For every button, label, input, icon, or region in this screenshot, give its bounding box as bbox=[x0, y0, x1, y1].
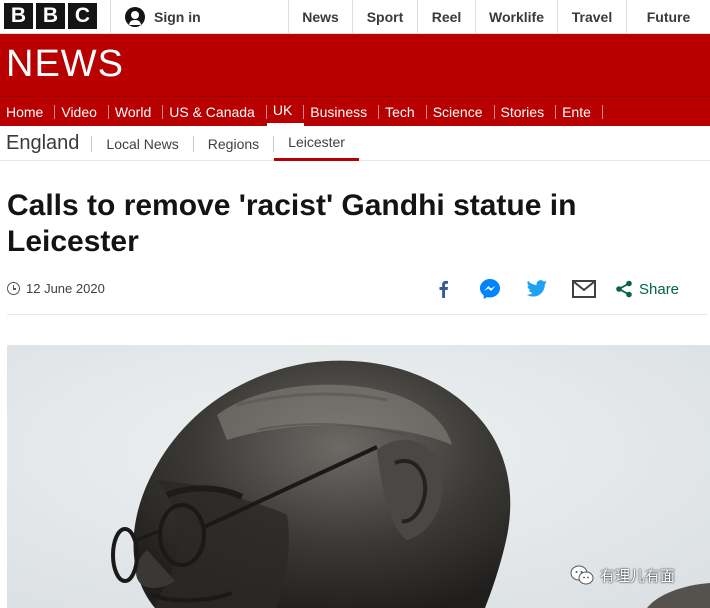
section-nav-home[interactable]: Home bbox=[0, 97, 56, 126]
global-nav-travel[interactable]: Travel bbox=[557, 0, 626, 34]
bbc-logo[interactable]: B B C bbox=[4, 3, 97, 29]
watermark-text: 有理儿有面 bbox=[600, 567, 676, 585]
clock-icon bbox=[7, 282, 20, 295]
bbc-logo-letter-b2: B bbox=[36, 3, 65, 29]
article-date-text: 12 June 2020 bbox=[26, 281, 105, 296]
section-nav-entertainment[interactable]: Ente bbox=[556, 97, 603, 126]
twitter-icon[interactable] bbox=[525, 277, 549, 301]
wechat-icon bbox=[570, 565, 594, 585]
meta-divider bbox=[7, 314, 707, 315]
share-button[interactable]: Share bbox=[615, 280, 679, 298]
user-account-icon bbox=[125, 7, 145, 27]
global-nav-news[interactable]: News bbox=[288, 0, 352, 34]
sub-nav-local-news[interactable]: Local News bbox=[92, 127, 192, 161]
sub-nav-region-england[interactable]: England bbox=[0, 132, 91, 155]
section-nav-stories[interactable]: Stories bbox=[495, 97, 557, 126]
facebook-icon[interactable] bbox=[431, 277, 455, 301]
global-nav-future[interactable]: Future bbox=[626, 0, 710, 34]
section-nav-uk[interactable]: UK bbox=[266, 97, 305, 126]
global-nav-reel[interactable]: Reel bbox=[417, 0, 475, 34]
global-nav-worklife[interactable]: Worklife bbox=[475, 0, 557, 34]
sub-nav-leicester[interactable]: Leicester bbox=[274, 127, 359, 161]
section-nav-world[interactable]: World bbox=[109, 97, 164, 126]
messenger-icon[interactable] bbox=[478, 277, 502, 301]
news-banner: NEWS bbox=[0, 34, 710, 96]
section-nav-business[interactable]: Business bbox=[304, 97, 379, 126]
section-nav-us-canada[interactable]: US & Canada bbox=[163, 97, 267, 126]
source-watermark: 有理儿有面 bbox=[570, 564, 675, 586]
global-nav: News Sport Reel Worklife Travel Future bbox=[288, 0, 710, 34]
bbc-global-bar: B B C Sign in News Sport Reel Worklife T… bbox=[0, 0, 710, 34]
section-nav-video[interactable]: Video bbox=[55, 97, 109, 126]
sub-nav-regions[interactable]: Regions bbox=[194, 127, 273, 161]
news-wordmark[interactable]: NEWS bbox=[6, 43, 124, 86]
section-nav-tech[interactable]: Tech bbox=[379, 97, 427, 126]
section-nav-science[interactable]: Science bbox=[427, 97, 495, 126]
section-nav: Home Video World US & Canada UK Business… bbox=[0, 96, 710, 126]
article-date: 12 June 2020 bbox=[7, 281, 105, 296]
bbc-logo-letter-c: C bbox=[68, 3, 97, 29]
global-nav-sport[interactable]: Sport bbox=[352, 0, 417, 34]
share-button-label: Share bbox=[639, 280, 680, 298]
article-headline: Calls to remove 'racist' Gandhi statue i… bbox=[7, 189, 577, 258]
bbc-logo-letter-b1: B bbox=[4, 3, 33, 29]
email-icon[interactable] bbox=[572, 277, 596, 301]
sign-in-label: Sign in bbox=[154, 9, 201, 25]
share-icon bbox=[616, 280, 632, 298]
sign-in-link[interactable]: Sign in bbox=[110, 0, 288, 34]
article-meta: 12 June 2020 Share bbox=[7, 277, 707, 302]
share-tools: Share bbox=[431, 277, 679, 301]
sub-nav: England Local News Regions Leicester bbox=[0, 127, 710, 161]
